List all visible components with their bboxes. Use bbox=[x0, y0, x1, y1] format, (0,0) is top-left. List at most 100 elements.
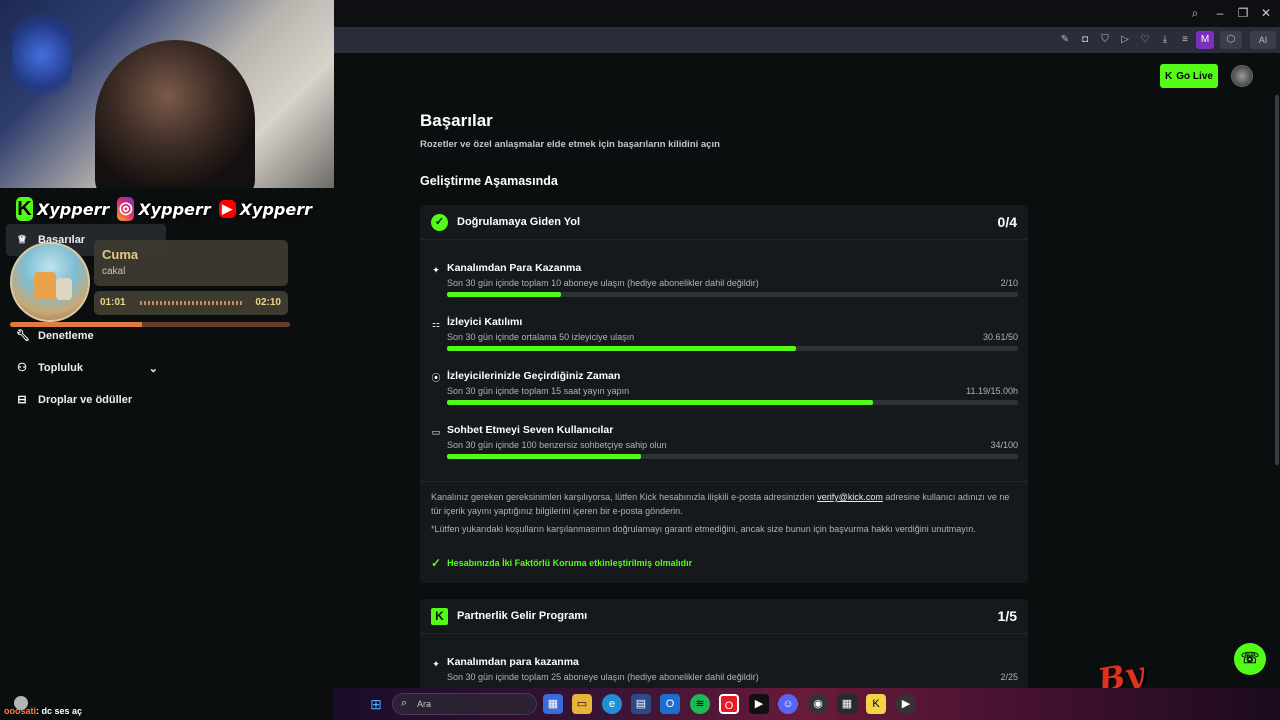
sparkle-icon: ✦ bbox=[432, 659, 440, 669]
chat-username: ooosati bbox=[4, 706, 37, 716]
camera-icon[interactable]: ◘ bbox=[1076, 31, 1094, 49]
sparkle-icon: ✦ bbox=[432, 265, 440, 275]
kick-icon: K bbox=[16, 197, 34, 221]
outlook-icon[interactable]: O bbox=[660, 694, 680, 714]
play-icon[interactable]: ▷ bbox=[1116, 31, 1134, 49]
people-icon: ⚇ bbox=[17, 362, 27, 374]
progress-bar bbox=[447, 400, 1018, 405]
close-icon[interactable]: ✕ bbox=[1256, 4, 1276, 22]
requirement-value: 2/25 bbox=[1000, 672, 1018, 682]
verify-email-link[interactable]: verify@kick.com bbox=[817, 492, 883, 502]
requirement-value: 30.61/50 bbox=[982, 332, 1018, 342]
spotify-icon[interactable]: ≋ bbox=[690, 694, 710, 714]
requirement-value: 11.19/15.00h bbox=[966, 386, 1018, 396]
requirement-item: ▭ Sohbet Etmeyi Seven Kullanıcılar Son 3… bbox=[430, 424, 1018, 468]
requirement-title: Kanalımdan para kazanma bbox=[447, 656, 579, 668]
track-info: Cuma cakal bbox=[94, 240, 288, 286]
terminal-icon[interactable]: ▶ bbox=[749, 694, 769, 714]
progress-fill bbox=[447, 454, 642, 459]
chat-icon: ▭ bbox=[431, 427, 441, 437]
requirement-desc: Son 30 gün içinde 100 benzersiz sohbetçi… bbox=[447, 440, 667, 450]
kick-app-icon[interactable]: K bbox=[866, 694, 886, 714]
track-timer: 01:01 02:10 bbox=[94, 291, 288, 315]
verification-card: ✓ Doğrulamaya Giden Yol 0/4 ✦ Kanalımdan… bbox=[420, 205, 1028, 583]
chat-text: : dc ses aç bbox=[36, 706, 83, 716]
verified-check-icon: ✓ bbox=[431, 214, 448, 231]
sidebar-item-community[interactable]: ⚇ Topluluk ⌄ bbox=[6, 352, 166, 384]
card-header[interactable]: K Partnerlik Gelir Programı 1/5 bbox=[420, 599, 1028, 634]
requirement-value: 2/10 bbox=[1000, 278, 1018, 288]
requirement-desc: Son 30 gün içinde toplam 10 aboneye ulaş… bbox=[447, 278, 759, 288]
obs-icon[interactable]: ◉ bbox=[808, 694, 828, 714]
instagram-handle: Xypperr bbox=[138, 199, 211, 219]
heart-icon[interactable]: ♡ bbox=[1136, 31, 1154, 49]
menu-icon[interactable]: ≡ bbox=[1176, 31, 1194, 49]
go-live-button[interactable]: K Go Live bbox=[1160, 64, 1218, 88]
ai-label: AI bbox=[1258, 35, 1268, 45]
track-progress-bar bbox=[10, 322, 290, 327]
folder-icon[interactable]: ▭ bbox=[572, 694, 592, 714]
apps-icon[interactable]: ▦ bbox=[837, 694, 857, 714]
scrollbar[interactable] bbox=[1275, 95, 1279, 465]
requirement-title: Kanalımdan Para Kazanma bbox=[447, 262, 582, 274]
media-player-icon[interactable]: ▶ bbox=[896, 694, 916, 714]
partner-card: K Partnerlik Gelir Programı 1/5 ✦ Kanalı… bbox=[420, 599, 1028, 699]
sidebar-item-label: Topluluk bbox=[38, 362, 84, 374]
requirement-title: İzleyici Katılımı bbox=[447, 316, 523, 328]
calculator-icon[interactable]: ▤ bbox=[631, 694, 651, 714]
taskbar-search[interactable]: ⌕ Ara bbox=[392, 693, 537, 715]
requirement-item: ⚏ İzleyici Katılımı Son 30 gün içinde or… bbox=[430, 316, 1018, 360]
progress-fill bbox=[447, 346, 797, 351]
search-icon[interactable]: ⌕ bbox=[1185, 4, 1205, 22]
edge-icon[interactable]: e bbox=[602, 694, 622, 714]
total-time: 02:10 bbox=[255, 297, 281, 308]
gift-icon: ⊟ bbox=[17, 394, 27, 406]
waveform bbox=[140, 301, 244, 305]
requirement-title: Sohbet Etmeyi Seven Kullanıcılar bbox=[447, 424, 614, 436]
requirement-desc: Son 30 gün içinde toplam 15 saat yayın y… bbox=[447, 386, 630, 396]
requirement-desc: Son 30 gün içinde ortalama 50 izleyiciye… bbox=[447, 332, 635, 342]
twofa-label: Hesabınızda İki Faktörlü Koruma etkinleş… bbox=[447, 558, 693, 568]
sidebar-item-label: Droplar ve ödüller bbox=[38, 394, 133, 406]
progress-fill bbox=[447, 400, 873, 405]
youtube-handle: Xypperr bbox=[239, 199, 312, 219]
download-icon[interactable]: ⤓ bbox=[1156, 31, 1174, 49]
note-text: Kanalınız gereken gereksinimleri karşılı… bbox=[431, 492, 818, 502]
taskview-icon[interactable]: ▦ bbox=[543, 694, 563, 714]
discord-icon[interactable]: ☺ bbox=[778, 694, 798, 714]
avatar[interactable] bbox=[1231, 65, 1253, 87]
kick-icon: K bbox=[431, 608, 448, 625]
twofa-requirement: ✓ Hesabınızda İki Faktörlü Koruma etkinl… bbox=[431, 556, 692, 570]
windows-start-icon[interactable]: ⊞ bbox=[366, 694, 386, 714]
shield-icon[interactable]: ⛉ bbox=[1096, 31, 1114, 49]
card-header[interactable]: ✓ Doğrulamaya Giden Yol 0/4 bbox=[420, 205, 1028, 240]
section-heading: Geliştirme Aşamasında bbox=[420, 174, 558, 188]
broadcast-icon: ⦿ bbox=[431, 373, 441, 383]
restore-icon[interactable]: ❐ bbox=[1233, 4, 1253, 22]
profile-avatar[interactable]: M bbox=[1196, 31, 1214, 49]
social-handles-banner: K Xypperr ◎ Xypperr ▶ Xypperr bbox=[16, 194, 316, 224]
sidebar-item-drops[interactable]: ⊟ Droplar ve ödüller bbox=[6, 384, 196, 416]
requirement-desc: Son 30 gün içinde toplam 25 aboneye ulaş… bbox=[447, 672, 759, 682]
requirement-item: ✦ Kanalımdan Para Kazanma Son 30 gün içi… bbox=[430, 262, 1018, 306]
progress-bar bbox=[447, 292, 1018, 297]
album-art bbox=[10, 242, 90, 322]
minimize-icon[interactable]: – bbox=[1210, 4, 1230, 22]
ai-extension-button[interactable]: AI bbox=[1250, 31, 1276, 49]
progress-bar bbox=[447, 346, 1018, 351]
track-artist: cakal bbox=[102, 266, 126, 277]
check-icon: ✓ bbox=[431, 556, 442, 570]
current-time: 01:01 bbox=[100, 297, 126, 308]
extension-icon[interactable]: ⬡ bbox=[1220, 31, 1242, 49]
chevron-down-icon[interactable]: ⌄ bbox=[149, 362, 158, 375]
opera-icon[interactable]: O bbox=[719, 694, 739, 714]
sidebar-item-label: Denetleme bbox=[38, 330, 94, 342]
page-subtitle: Rozetler ve özel anlaşmalar elde etmek i… bbox=[420, 139, 720, 150]
search-placeholder: Ara bbox=[417, 699, 432, 709]
support-chat-button[interactable]: ☏ bbox=[1234, 643, 1266, 675]
disclaimer-note: *Lütfen yukarıdaki koşulların karşılanma… bbox=[431, 524, 976, 534]
requirement-title: İzleyicilerinizle Geçirdiğiniz Zaman bbox=[447, 370, 621, 382]
requirement-value: 34/100 bbox=[990, 440, 1018, 450]
edit-icon[interactable]: ✎ bbox=[1056, 31, 1074, 49]
instagram-icon: ◎ bbox=[117, 197, 135, 221]
